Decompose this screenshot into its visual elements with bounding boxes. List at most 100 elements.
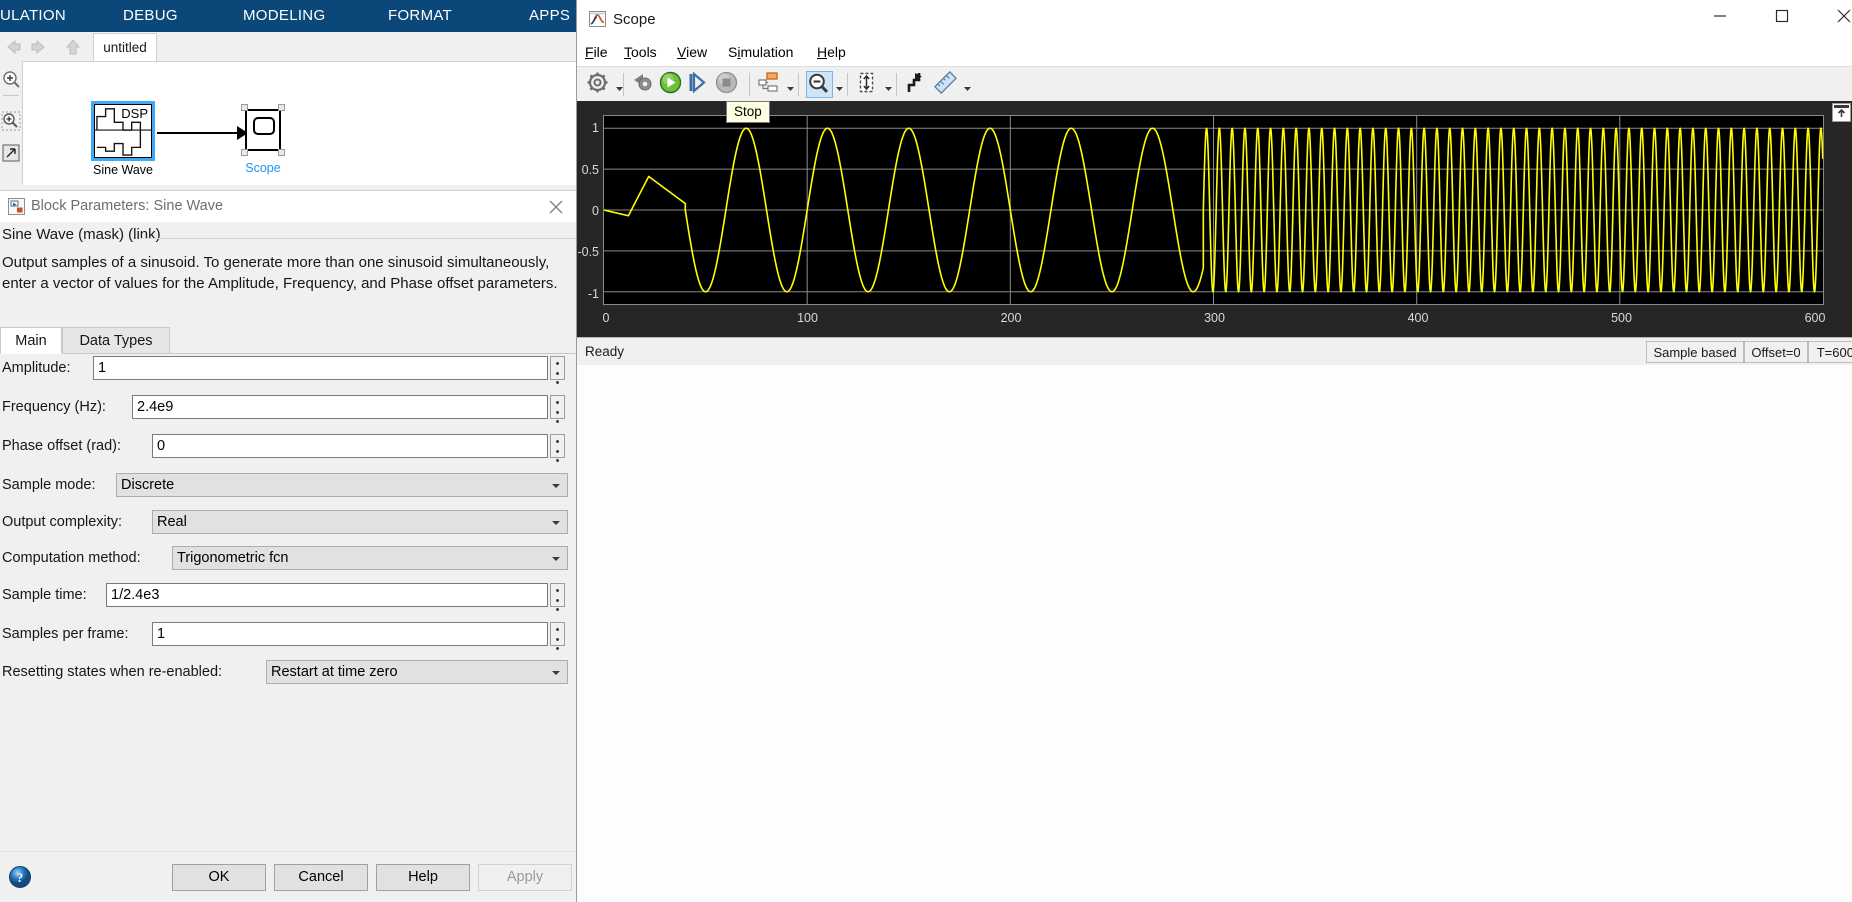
- waveform-plot: [603, 116, 1824, 304]
- dialog-title-bar: Block Parameters: Sine Wave: [0, 191, 576, 223]
- menu-help[interactable]: Help: [817, 39, 846, 66]
- help-button[interactable]: Help: [376, 864, 470, 891]
- selection-handle[interactable]: [278, 104, 285, 111]
- run-button-icon[interactable]: [659, 71, 686, 98]
- style-icon[interactable]: [904, 71, 931, 98]
- zoom-out-icon[interactable]: [806, 71, 833, 98]
- sine-wave-block-glyph: DSP: [94, 104, 152, 158]
- select-output-complexity[interactable]: Real: [152, 510, 568, 534]
- x-tick-label: 300: [1204, 311, 1225, 325]
- toolbar-separator: [896, 73, 897, 96]
- forward-arrow-icon[interactable]: [28, 38, 48, 56]
- zoom-in-tool-icon[interactable]: [1, 69, 21, 89]
- ribbon-tab-ulation[interactable]: ULATION: [0, 0, 66, 32]
- menu-view[interactable]: View: [677, 39, 707, 66]
- select-resetting-states-when-re-enabled[interactable]: Restart at time zero: [266, 660, 568, 684]
- more-options-icon-amplitude[interactable]: • • •: [550, 356, 565, 388]
- step-forward-icon[interactable]: [687, 71, 714, 98]
- x-tick-label: 100: [797, 311, 818, 325]
- help-orb-icon[interactable]: ?: [8, 865, 32, 889]
- toolbar-separator: [623, 73, 624, 96]
- x-tick-label: 0: [602, 311, 610, 325]
- field-row-resetting-states-when-re-enabled: Resetting states when re-enabled: Restart…: [0, 658, 576, 686]
- matlab-scope-icon: [589, 11, 606, 27]
- selection-handle[interactable]: [241, 149, 248, 156]
- label-sample-time: Sample time:: [2, 587, 87, 603]
- more-options-icon-sample-time[interactable]: • • •: [550, 583, 565, 615]
- sine-wave-block[interactable]: DSP: [91, 101, 155, 161]
- scope-plot-area: -1 -0.5 0 0.5 1 0 100 200 300 400 500 600 Stop: [577, 101, 1852, 337]
- field-row-sample-mode: Sample mode: Discrete: [0, 471, 576, 499]
- ribbon-tab-debug[interactable]: DEBUG: [123, 0, 178, 32]
- ribbon-tab-modeling[interactable]: MODELING: [243, 0, 325, 32]
- selection-handle[interactable]: [241, 104, 248, 111]
- back-arrow-icon[interactable]: [4, 38, 24, 56]
- input-amplitude[interactable]: 1: [93, 356, 548, 380]
- label-amplitude: Amplitude:: [2, 360, 71, 376]
- apply-button: Apply: [478, 864, 572, 891]
- zoom-region-tool-icon[interactable]: [1, 111, 21, 131]
- stop-button-icon[interactable]: [715, 71, 742, 98]
- scope-toolbar: [577, 66, 1852, 103]
- more-options-icon-samples-per-frame[interactable]: • • •: [550, 622, 565, 654]
- scope-axes[interactable]: [603, 115, 1824, 305]
- selection-handle[interactable]: [278, 149, 285, 156]
- measurements-icon[interactable]: [933, 70, 961, 98]
- input-sample-time[interactable]: 1/2.4e3: [106, 583, 548, 607]
- minimize-button[interactable]: [1697, 0, 1743, 32]
- autoscale-icon[interactable]: [855, 71, 882, 98]
- status-cell: Offset=0: [1744, 341, 1808, 363]
- maximize-button[interactable]: [1759, 0, 1805, 32]
- model-tab-untitled[interactable]: untitled: [93, 33, 157, 62]
- y-tick-label: 1: [592, 121, 599, 136]
- label-frequency-hz: Frequency (Hz):: [2, 399, 106, 415]
- input-samples-per-frame[interactable]: 1: [152, 622, 548, 646]
- label-computation-method: Computation method:: [2, 550, 141, 566]
- toolbar-separator: [749, 73, 750, 96]
- label-resetting-states-when-re-enabled: Resetting states when re-enabled:: [2, 664, 223, 680]
- select-sample-mode[interactable]: Discrete: [116, 473, 568, 497]
- toolbar-separator: [798, 73, 799, 96]
- scope-window-title: Scope: [613, 11, 656, 28]
- configuration-properties-icon[interactable]: [586, 71, 613, 98]
- scope-block[interactable]: [241, 104, 285, 156]
- field-row-samples-per-frame: Samples per frame: 1 • • •: [0, 620, 576, 654]
- select-computation-method[interactable]: Trigonometric fcn: [172, 546, 568, 570]
- parameter-fields: Amplitude: 1 • • • Frequency (Hz): 2.4e9 • • • Pha…: [0, 354, 576, 732]
- menu-file[interactable]: File: [585, 39, 608, 66]
- input-frequency-hz[interactable]: 2.4e9: [132, 395, 548, 419]
- fit-to-view-tool-icon[interactable]: [1, 143, 21, 163]
- autoscale-dropdown-icon[interactable]: [884, 80, 893, 91]
- more-options-icon-phase-offset-rad[interactable]: • • •: [550, 434, 565, 466]
- up-arrow-icon[interactable]: [63, 38, 83, 56]
- dialog-title: Block Parameters: Sine Wave: [31, 198, 224, 214]
- field-row-output-complexity: Output complexity: Real: [0, 508, 576, 536]
- measurements-dropdown-icon[interactable]: [963, 80, 972, 91]
- more-options-icon-frequency-hz[interactable]: • • •: [550, 395, 565, 427]
- run-back-to-start-icon[interactable]: [631, 71, 658, 98]
- tab-data-types[interactable]: Data Types: [62, 327, 170, 354]
- ribbon-tab-apps[interactable]: APPS: [529, 0, 570, 32]
- ok-button[interactable]: OK: [172, 864, 266, 891]
- ribbon-tab-format[interactable]: FORMAT: [388, 0, 452, 32]
- cancel-button[interactable]: Cancel: [274, 864, 368, 891]
- signal-selection-icon[interactable]: [757, 71, 784, 98]
- menu-tools[interactable]: Tools: [624, 39, 657, 66]
- app-root: ULATION DEBUG MODELING FORMAT APPS untitled: [0, 0, 1852, 902]
- status-cell: T=600.000: [1808, 341, 1852, 363]
- signal-selection-dropdown-icon[interactable]: [786, 80, 795, 91]
- zoom-out-dropdown-icon[interactable]: [835, 80, 844, 91]
- y-tick-label: 0: [592, 204, 599, 218]
- block-parameters-dialog: Block Parameters: Sine Wave Sine Wave (m…: [0, 190, 576, 902]
- chevron-down-icon: [552, 557, 560, 561]
- dock-plot-icon[interactable]: [1832, 103, 1851, 122]
- field-row-frequency-hz: Frequency (Hz): 2.4e9 • • •: [0, 393, 576, 427]
- input-phase-offset-rad[interactable]: 0: [152, 434, 548, 458]
- tab-main[interactable]: Main: [0, 327, 62, 354]
- dialog-description-area: Sine Wave (mask) (link) Output samples o…: [0, 222, 576, 327]
- simulink-block-icon: [8, 198, 25, 215]
- close-icon[interactable]: [545, 197, 567, 217]
- menu-simulation[interactable]: Simulation: [728, 39, 793, 66]
- signal-line[interactable]: [157, 132, 241, 134]
- close-button[interactable]: [1821, 0, 1852, 32]
